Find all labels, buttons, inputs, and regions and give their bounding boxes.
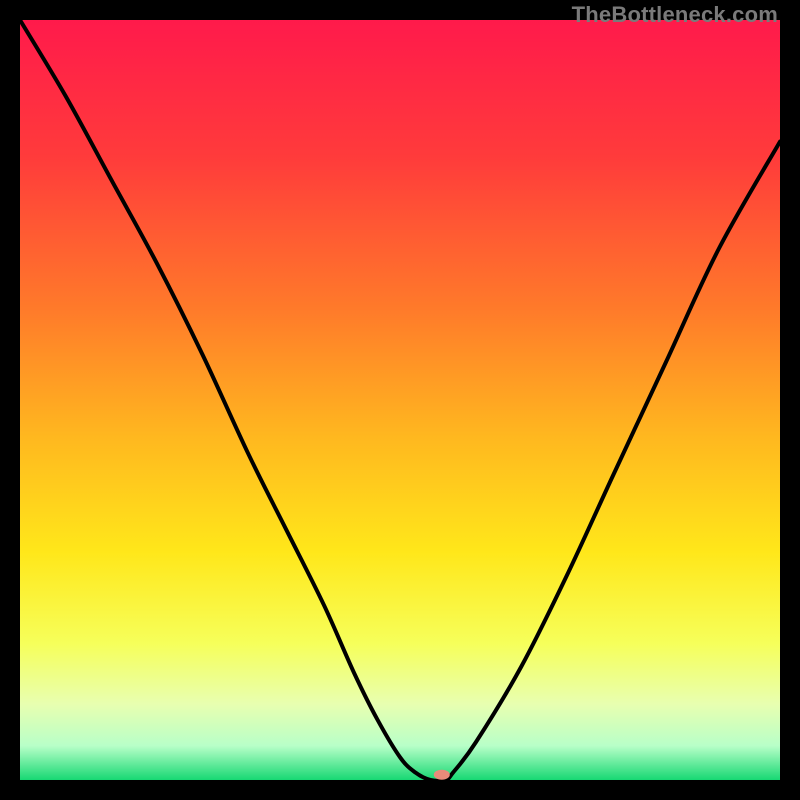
plot-area xyxy=(20,20,780,780)
curve-layer xyxy=(20,20,780,780)
bottleneck-curve xyxy=(20,20,780,780)
chart-frame: TheBottleneck.com xyxy=(0,0,800,800)
optimum-marker xyxy=(434,770,450,780)
watermark-text: TheBottleneck.com xyxy=(572,2,778,28)
